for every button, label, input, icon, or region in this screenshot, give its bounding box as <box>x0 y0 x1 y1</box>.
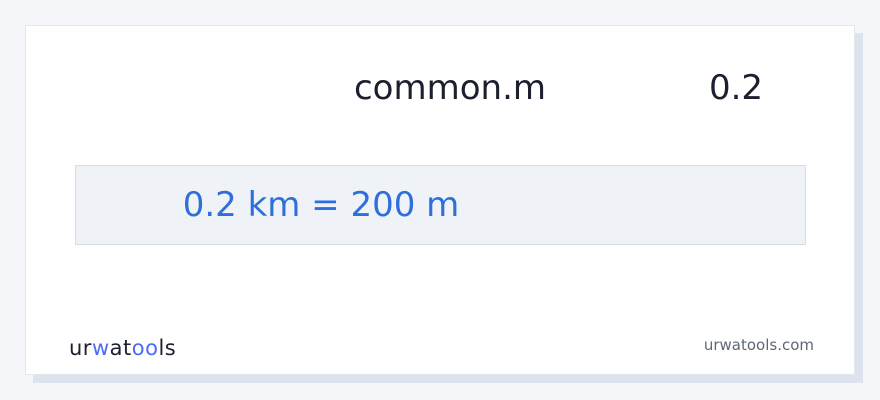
conversion-card: common.m 0.2 0.2 km = 200 m urwatools ur… <box>25 25 855 375</box>
urwatools-logo: urwatools <box>69 334 176 362</box>
logo-text-a: at <box>109 336 132 360</box>
unit-label: common.m <box>353 68 546 108</box>
logo-text-start: ur <box>69 336 92 360</box>
result-box: 0.2 km = 200 m <box>75 165 806 245</box>
site-url: urwatools.com <box>703 336 814 354</box>
input-value: 0.2 <box>708 68 764 108</box>
logo-text-end: ls <box>158 336 177 360</box>
conversion-result: 0.2 km = 200 m <box>182 185 460 225</box>
logo-text-oo: oo <box>131 336 159 360</box>
logo-text-accent: w <box>91 336 110 360</box>
